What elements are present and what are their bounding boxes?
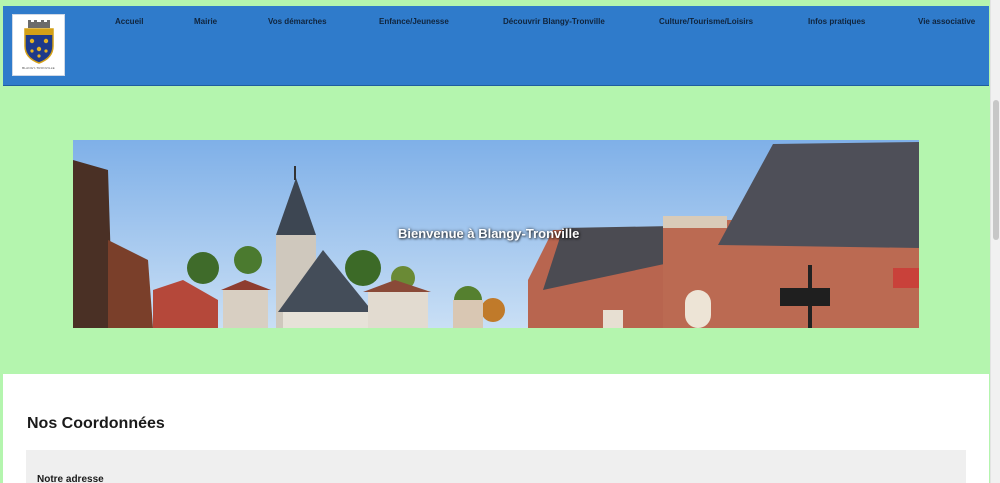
main-content: Nos Coordonnées Notre adresse — [3, 374, 989, 483]
scrollbar-thumb[interactable] — [993, 100, 999, 240]
logo-caption: BLANGY-TRONVILLE — [22, 66, 55, 70]
hero-banner: Bienvenue à Blangy-Tronville — [73, 140, 919, 328]
banner-title: Bienvenue à Blangy-Tronville — [398, 226, 580, 241]
nav-item-decouvrir[interactable]: Découvrir Blangy-Tronville — [503, 17, 605, 26]
nav-item-infos-pratiques[interactable]: Infos pratiques — [808, 17, 865, 26]
page-scrollbar[interactable] — [990, 0, 1000, 483]
nav-item-mairie[interactable]: Mairie — [194, 17, 217, 26]
nav-item-accueil[interactable]: Accueil — [115, 17, 143, 26]
nav-item-vos-demarches[interactable]: Vos démarches — [268, 17, 327, 26]
address-card: Notre adresse — [26, 450, 966, 483]
section-title: Nos Coordonnées — [27, 415, 165, 432]
main-nav: Accueil Mairie Vos démarches Enfance/Jeu… — [3, 17, 989, 31]
nav-item-enfance-jeunesse[interactable]: Enfance/Jeunesse — [379, 17, 449, 26]
address-label: Notre adresse — [37, 474, 104, 483]
nav-item-vie-associative[interactable]: Vie associative — [918, 17, 975, 26]
nav-item-culture-tourisme-loisirs[interactable]: Culture/Tourisme/Loisirs — [659, 17, 753, 26]
site-header: BLANGY-TRONVILLE Accueil Mairie Vos déma… — [3, 6, 989, 86]
